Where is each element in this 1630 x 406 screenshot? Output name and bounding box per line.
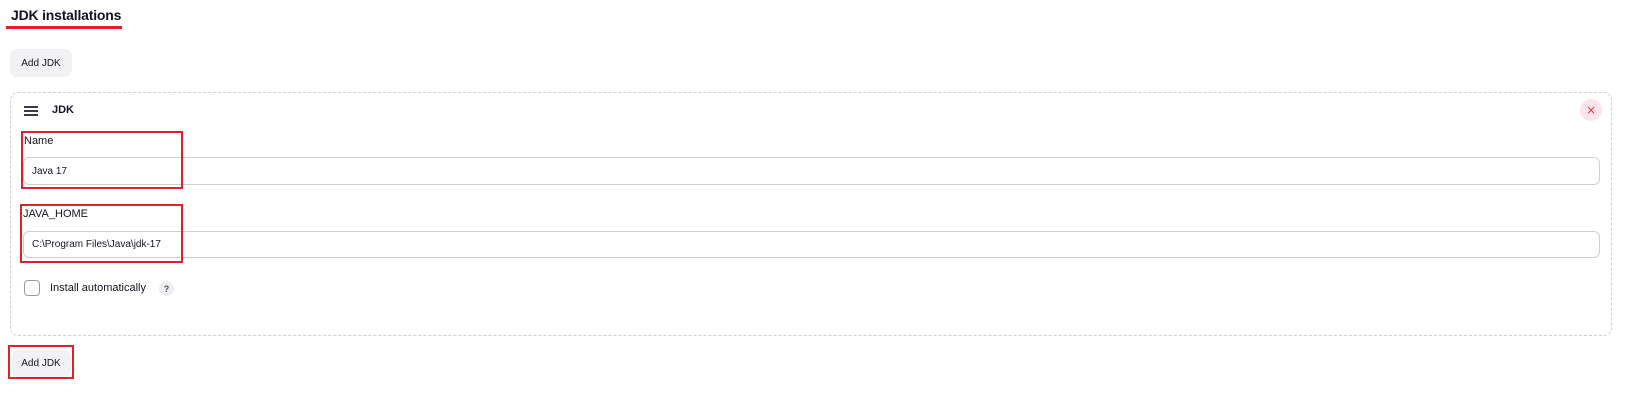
- close-icon[interactable]: ×: [1580, 99, 1602, 121]
- drag-handle-icon[interactable]: [24, 106, 38, 116]
- jdk-card: [10, 92, 1612, 336]
- name-label: Name: [24, 135, 54, 147]
- jdk-card-title: JDK: [52, 104, 75, 116]
- java-home-input-value: C:\Program Files\Java\jdk-17: [32, 239, 161, 250]
- add-jdk-button-bottom[interactable]: Add JDK: [11, 350, 71, 377]
- section-title: JDK installations: [11, 7, 122, 23]
- name-input-value: Java 17: [32, 165, 68, 177]
- java-home-label: JAVA_HOME: [23, 208, 88, 220]
- java-home-input[interactable]: C:\Program Files\Java\jdk-17: [23, 231, 1600, 258]
- title-underline: [6, 26, 122, 29]
- help-icon[interactable]: ?: [159, 281, 174, 296]
- add-jdk-button-top[interactable]: Add JDK: [10, 49, 72, 77]
- install-automatically-checkbox[interactable]: [24, 280, 40, 296]
- install-automatically-label[interactable]: Install automatically: [50, 282, 146, 294]
- name-input[interactable]: Java 17: [23, 157, 1600, 185]
